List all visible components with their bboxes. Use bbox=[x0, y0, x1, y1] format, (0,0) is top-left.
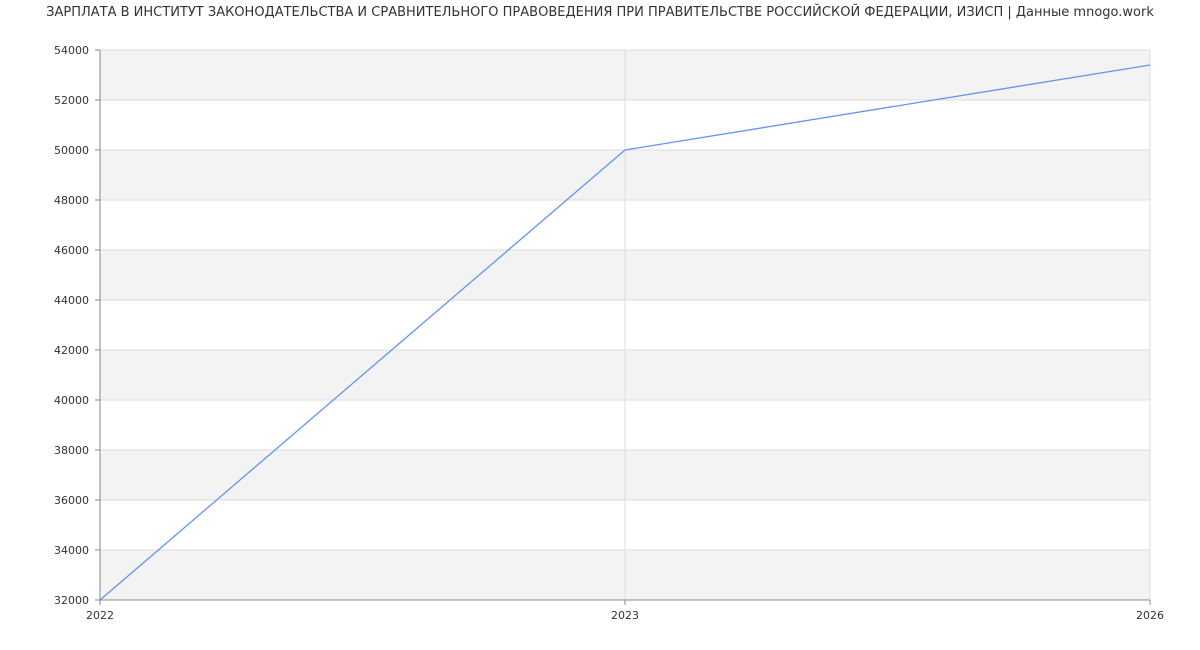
y-tick-label: 50000 bbox=[54, 144, 89, 157]
y-tick-label: 52000 bbox=[54, 94, 89, 107]
y-tick-label: 44000 bbox=[54, 294, 89, 307]
x-tick-label: 2022 bbox=[86, 609, 114, 622]
x-tick-label: 2023 bbox=[611, 609, 639, 622]
y-tick-label: 54000 bbox=[54, 44, 89, 57]
x-tick-label: 2026 bbox=[1136, 609, 1164, 622]
y-tick-label: 48000 bbox=[54, 194, 89, 207]
y-tick-label: 36000 bbox=[54, 494, 89, 507]
x-tick-labels: 2022 2023 2026 bbox=[86, 609, 1164, 622]
y-tick-label: 38000 bbox=[54, 444, 89, 457]
y-tick-label: 34000 bbox=[54, 544, 89, 557]
y-tick-label: 40000 bbox=[54, 394, 89, 407]
line-chart: 32000 34000 36000 38000 40000 42000 44000 46000… bbox=[54, 44, 1164, 622]
y-tick-label: 32000 bbox=[54, 594, 89, 607]
y-tick-labels: 32000 34000 36000 38000 40000 42000 44000 46000… bbox=[54, 44, 89, 607]
y-tick-label: 42000 bbox=[54, 344, 89, 357]
y-tick-label: 46000 bbox=[54, 244, 89, 257]
